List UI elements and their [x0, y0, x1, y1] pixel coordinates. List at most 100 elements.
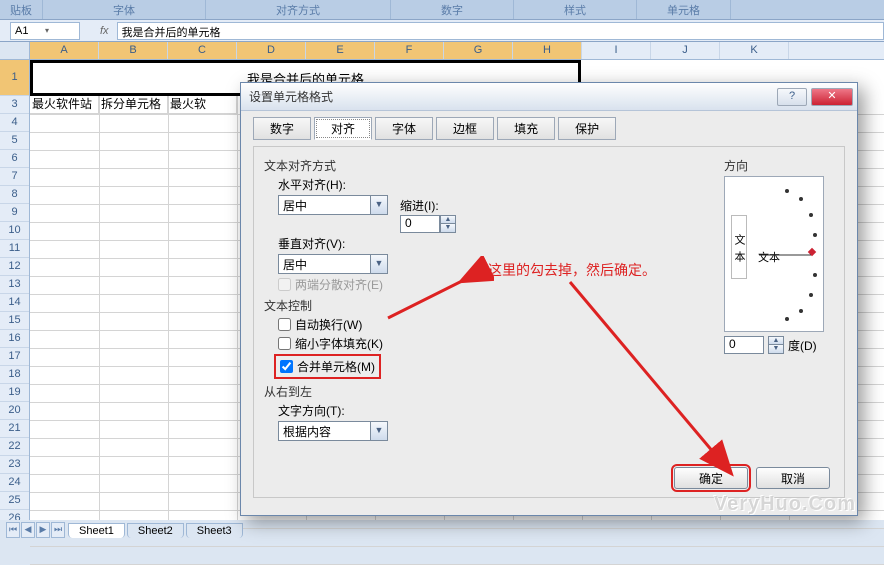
row-16[interactable]: 16: [0, 330, 29, 348]
name-box-dropdown-icon[interactable]: ▾: [45, 26, 75, 35]
formula-bar[interactable]: 我是合并后的单元格: [117, 22, 884, 40]
col-I[interactable]: I: [582, 42, 651, 59]
col-K[interactable]: K: [720, 42, 789, 59]
col-B[interactable]: B: [99, 42, 168, 59]
orientation-widget[interactable]: 文本 文本: [724, 176, 824, 332]
combo-h-align[interactable]: 居中▼: [278, 195, 388, 215]
ribbon-styles: 样式: [514, 0, 637, 19]
row-5[interactable]: 5: [0, 132, 29, 150]
tab-protection[interactable]: 保护: [558, 117, 616, 140]
sheet-nav-next-icon[interactable]: ▶: [36, 522, 50, 538]
col-J[interactable]: J: [651, 42, 720, 59]
cell-C3[interactable]: 最火软: [168, 96, 237, 114]
tab-sheet3[interactable]: Sheet3: [186, 523, 243, 538]
col-F[interactable]: F: [375, 42, 444, 59]
ribbon-number: 数字: [391, 0, 514, 19]
row-7[interactable]: 7: [0, 168, 29, 186]
label-wrap-text: 自动换行(W): [295, 316, 362, 333]
orientation-vertical-text[interactable]: 文本: [731, 215, 747, 279]
col-H[interactable]: H: [513, 42, 582, 59]
dialog-titlebar[interactable]: 设置单元格格式 ? ✕: [241, 83, 857, 111]
ribbon-group-labels: 贴板 字体 对齐方式 数字 样式 单元格: [0, 0, 884, 20]
row-25[interactable]: 25: [0, 492, 29, 510]
col-G[interactable]: G: [444, 42, 513, 59]
watermark: VeryHuo.Com: [714, 493, 856, 516]
tab-font[interactable]: 字体: [375, 117, 433, 140]
name-box[interactable]: A1 ▾: [10, 22, 80, 40]
col-C[interactable]: C: [168, 42, 237, 59]
sheet-nav-first-icon[interactable]: ⏮: [6, 522, 20, 538]
name-box-value: A1: [15, 25, 45, 37]
cell-B3[interactable]: 拆分单元格: [99, 96, 168, 114]
row-17[interactable]: 17: [0, 348, 29, 366]
dialog-tabs: 数字 对齐 字体 边框 填充 保护: [253, 117, 845, 140]
dialog-title: 设置单元格格式: [249, 88, 777, 105]
label-merge-cells: 合并单元格(M): [297, 358, 375, 375]
checkbox-justify-distributed: [278, 278, 291, 291]
ribbon-clipboard: 贴板: [0, 0, 43, 19]
spinner-up-icon: ▲: [769, 337, 783, 345]
sheet-tab-bar: ⏮ ◀ ▶ ⏭ Sheet1 Sheet2 Sheet3: [0, 520, 243, 540]
spinner-indent[interactable]: ▲▼: [440, 215, 456, 233]
checkbox-merge-cells[interactable]: [280, 360, 293, 373]
row-19[interactable]: 19: [0, 384, 29, 402]
row-1[interactable]: 1: [0, 60, 29, 96]
column-headers: A B C D E F G H I J K: [0, 42, 884, 60]
cell-A3[interactable]: 最火软件站: [30, 96, 99, 114]
row-11[interactable]: 11: [0, 240, 29, 258]
orientation-section: 方向 文本 文本 0 ▲▼ 度(D): [724, 153, 834, 354]
row-8[interactable]: 8: [0, 186, 29, 204]
row-13[interactable]: 13: [0, 276, 29, 294]
tab-alignment[interactable]: 对齐: [314, 117, 372, 140]
dialog-help-button[interactable]: ?: [777, 88, 807, 106]
col-E[interactable]: E: [306, 42, 375, 59]
spinner-down-icon: ▼: [769, 345, 783, 353]
row-4[interactable]: 4: [0, 114, 29, 132]
spinner-degrees[interactable]: ▲▼: [768, 336, 784, 354]
tab-fill[interactable]: 填充: [497, 117, 555, 140]
row-24[interactable]: 24: [0, 474, 29, 492]
row-9[interactable]: 9: [0, 204, 29, 222]
row-12[interactable]: 12: [0, 258, 29, 276]
row-10[interactable]: 10: [0, 222, 29, 240]
row-6[interactable]: 6: [0, 150, 29, 168]
input-degrees[interactable]: 0: [724, 336, 764, 354]
label-degrees: 度(D): [788, 337, 817, 354]
cancel-button[interactable]: 取消: [756, 467, 830, 489]
format-cells-dialog: 设置单元格格式 ? ✕ 数字 对齐 字体 边框 填充 保护 文本对齐方式 水平对…: [240, 82, 858, 516]
chevron-down-icon: ▼: [370, 196, 387, 214]
checkbox-shrink-to-fit[interactable]: [278, 337, 291, 350]
annotation-text: 将这里的勾去掉，然后确定。: [474, 260, 656, 280]
row-14[interactable]: 14: [0, 294, 29, 312]
row-15[interactable]: 15: [0, 312, 29, 330]
sheet-nav-last-icon[interactable]: ⏭: [51, 522, 65, 538]
combo-v-align[interactable]: 居中▼: [278, 254, 388, 274]
tab-sheet2[interactable]: Sheet2: [127, 523, 184, 538]
input-indent[interactable]: 0: [400, 215, 440, 233]
label-text-direction: 文字方向(T):: [278, 402, 368, 419]
col-A[interactable]: A: [30, 42, 99, 59]
tab-border[interactable]: 边框: [436, 117, 494, 140]
tab-number[interactable]: 数字: [253, 117, 311, 140]
tab-sheet1[interactable]: Sheet1: [68, 523, 125, 538]
row-3[interactable]: 3: [0, 96, 29, 114]
ok-button[interactable]: 确定: [674, 467, 748, 489]
checkbox-wrap-text[interactable]: [278, 318, 291, 331]
dialog-close-button[interactable]: ✕: [811, 88, 853, 106]
row-20[interactable]: 20: [0, 402, 29, 420]
select-all-corner[interactable]: [0, 42, 30, 59]
col-D[interactable]: D: [237, 42, 306, 59]
sheet-nav-prev-icon[interactable]: ◀: [21, 522, 35, 538]
ribbon-alignment: 对齐方式: [206, 0, 391, 19]
fx-icon[interactable]: fx: [100, 25, 109, 37]
label-rtl: 从右到左: [264, 383, 834, 400]
chevron-down-icon: ▼: [370, 422, 387, 440]
label-direction: 方向: [724, 157, 834, 174]
row-18[interactable]: 18: [0, 366, 29, 384]
row-23[interactable]: 23: [0, 456, 29, 474]
combo-text-direction[interactable]: 根据内容▼: [278, 421, 388, 441]
row-21[interactable]: 21: [0, 420, 29, 438]
ribbon-font: 字体: [43, 0, 206, 19]
row-22[interactable]: 22: [0, 438, 29, 456]
spinner-down-icon: ▼: [441, 224, 455, 232]
